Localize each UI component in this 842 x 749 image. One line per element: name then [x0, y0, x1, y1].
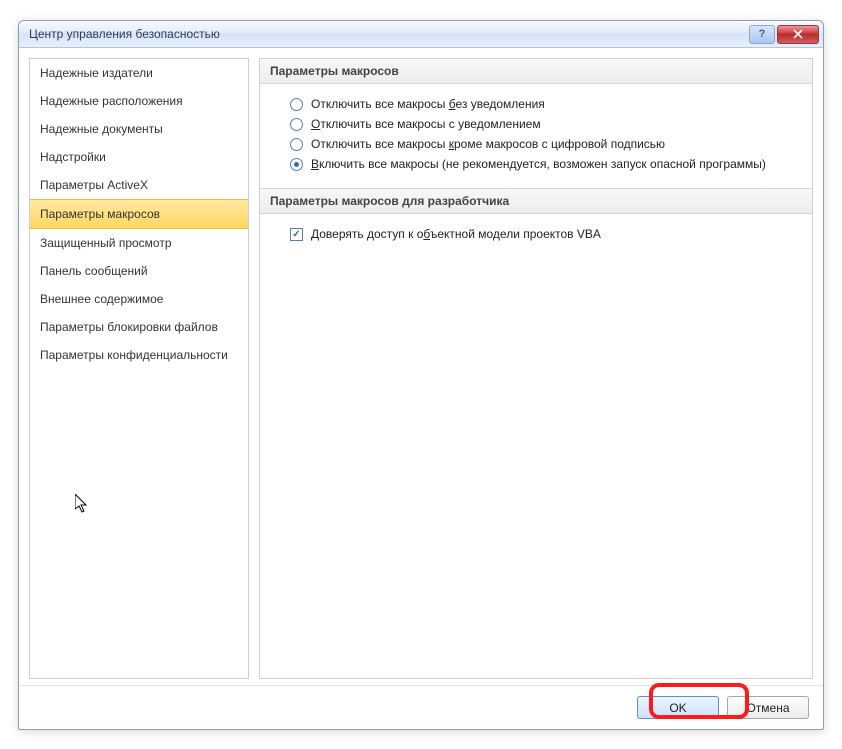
category-sidebar: Надежные издателиНадежные расположенияНа…	[29, 58, 249, 679]
developer-settings-options: Доверять доступ к объектной модели проек…	[260, 214, 812, 258]
window-title: Центр управления безопасностью	[29, 27, 747, 41]
radio-icon	[290, 118, 303, 131]
radio-label: Отключить все макросы с уведомлением	[311, 117, 541, 131]
sidebar-item[interactable]: Параметры макросов	[30, 199, 248, 229]
dialog-body: Надежные издателиНадежные расположенияНа…	[19, 48, 823, 685]
radio-label: Включить все макросы (не рекомендуется, …	[311, 157, 766, 171]
sidebar-item[interactable]: Параметры ActiveX	[30, 171, 248, 199]
sidebar-item[interactable]: Надежные издатели	[30, 59, 248, 87]
close-button[interactable]	[777, 25, 819, 44]
radio-label: Отключить все макросы кроме макросов с ц…	[311, 137, 665, 151]
sidebar-item[interactable]: Параметры конфиденциальности	[30, 341, 248, 369]
ok-button[interactable]: OK	[637, 696, 719, 719]
macro-option-radio[interactable]: Включить все макросы (не рекомендуется, …	[290, 154, 802, 174]
help-button[interactable]: ?	[749, 25, 775, 44]
macro-option-radio[interactable]: Отключить все макросы без уведомления	[290, 94, 802, 114]
checkbox-label: Доверять доступ к объектной модели проек…	[311, 227, 601, 241]
radio-icon	[290, 98, 303, 111]
radio-icon	[290, 158, 303, 171]
checkbox-icon	[290, 228, 303, 241]
section-macro-settings-header: Параметры макросов	[260, 59, 812, 84]
settings-panel: Параметры макросов Отключить все макросы…	[259, 58, 813, 679]
macro-option-radio[interactable]: Отключить все макросы кроме макросов с ц…	[290, 134, 802, 154]
sidebar-item[interactable]: Параметры блокировки файлов	[30, 313, 248, 341]
sidebar-item[interactable]: Защищенный просмотр	[30, 229, 248, 257]
sidebar-item[interactable]: Надежные документы	[30, 115, 248, 143]
trust-vba-checkbox-row[interactable]: Доверять доступ к объектной модели проек…	[290, 224, 802, 244]
cancel-button[interactable]: Отмена	[727, 696, 809, 719]
sidebar-item[interactable]: Надежные расположения	[30, 87, 248, 115]
dialog-button-bar: OK Отмена	[19, 685, 823, 729]
section-developer-header: Параметры макросов для разработчика	[260, 188, 812, 214]
radio-label: Отключить все макросы без уведомления	[311, 97, 545, 111]
radio-icon	[290, 138, 303, 151]
macro-settings-options: Отключить все макросы без уведомления Отк…	[260, 84, 812, 188]
sidebar-item[interactable]: Панель сообщений	[30, 257, 248, 285]
sidebar-item[interactable]: Внешнее содержимое	[30, 285, 248, 313]
titlebar[interactable]: Центр управления безопасностью ?	[19, 21, 823, 48]
macro-option-radio[interactable]: Отключить все макросы с уведомлением	[290, 114, 802, 134]
close-icon	[793, 29, 803, 39]
sidebar-item[interactable]: Надстройки	[30, 143, 248, 171]
trust-center-dialog: Центр управления безопасностью ? Надежны…	[18, 20, 824, 730]
